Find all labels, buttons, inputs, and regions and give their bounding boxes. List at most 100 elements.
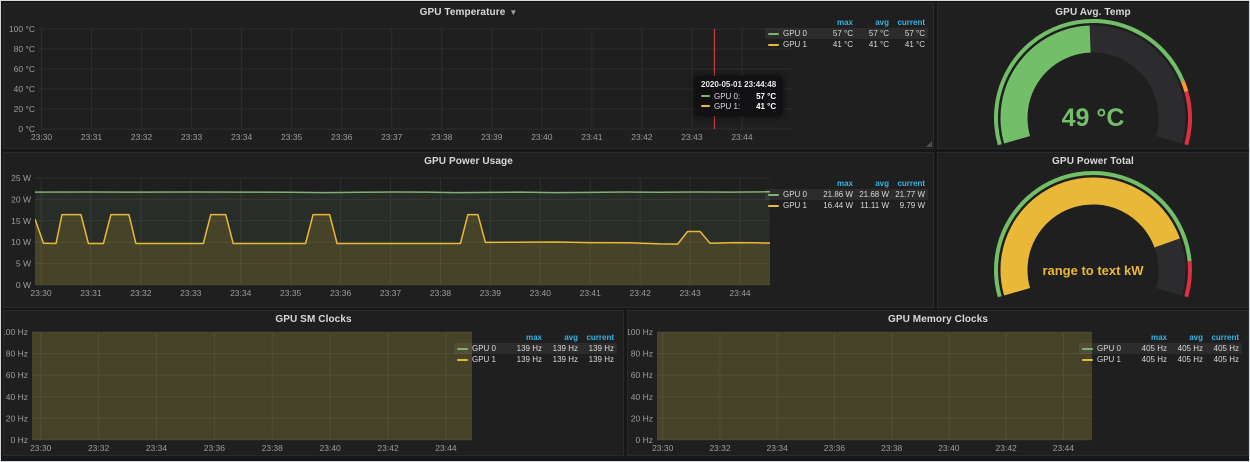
legend-sort-current[interactable]: current bbox=[889, 178, 925, 189]
svg-text:23:41: 23:41 bbox=[580, 288, 602, 298]
legend-stat-current: 139 Hz bbox=[578, 354, 614, 365]
tooltip-series-label: GPU 0: bbox=[714, 92, 740, 101]
svg-text:23:40: 23:40 bbox=[530, 288, 552, 298]
legend-series-name[interactable]: GPU 0 bbox=[1097, 343, 1131, 354]
svg-text:80 °C: 80 °C bbox=[14, 44, 35, 54]
panel-title-text: GPU Temperature bbox=[420, 7, 506, 18]
legend-gpu-power-usage: maxavgcurrentGPU 021.86 W21.68 W21.77 WG… bbox=[765, 178, 928, 211]
svg-text:23:40: 23:40 bbox=[531, 132, 553, 142]
svg-text:23:39: 23:39 bbox=[481, 132, 503, 142]
svg-text:23:36: 23:36 bbox=[330, 288, 352, 298]
svg-text:23:34: 23:34 bbox=[767, 443, 789, 453]
panel-gpu-memory-clocks: GPU Memory Clocks 0 Hz20 Hz40 Hz60 Hz80 … bbox=[627, 310, 1249, 456]
gpu-power-usage-chart[interactable]: 0 W5 W10 W15 W20 W25 W23:3023:3123:3223:… bbox=[4, 153, 933, 307]
legend-stat-max: 57 °C bbox=[817, 28, 853, 39]
legend-series-row: GPU 0405 Hz405 Hz405 Hz bbox=[1079, 343, 1242, 354]
svg-text:60 °C: 60 °C bbox=[14, 64, 35, 74]
svg-text:23:36: 23:36 bbox=[331, 132, 353, 142]
svg-text:60 Hz: 60 Hz bbox=[6, 370, 28, 380]
svg-text:40 Hz: 40 Hz bbox=[6, 392, 28, 402]
svg-text:40 °C: 40 °C bbox=[14, 84, 35, 94]
legend-gpu-sm-clocks: maxavgcurrent GPU 0 139 Hz139 Hz139 Hz GPU … bbox=[454, 332, 617, 365]
legend-series-name[interactable]: GPU 0 bbox=[783, 189, 817, 200]
legend-stat-current: 139 Hz bbox=[578, 343, 614, 354]
series-color-dash bbox=[768, 205, 779, 207]
legend-sort-current[interactable]: current bbox=[1203, 332, 1239, 343]
legend-stat-max: 16.44 W bbox=[817, 200, 853, 211]
legend-sort-max[interactable]: max bbox=[506, 332, 542, 343]
panel-gpu-avg-temp: GPU Avg. Temp 49 °C bbox=[937, 3, 1249, 149]
panel-resize-handle[interactable] bbox=[926, 141, 932, 147]
legend-sort-avg[interactable]: avg bbox=[853, 178, 889, 189]
legend-header-row: maxavgcurrent bbox=[1079, 332, 1242, 343]
legend-sort-current[interactable]: current bbox=[578, 332, 614, 343]
legend-series-row: GPU 116.44 W11.11 W9.79 W bbox=[765, 200, 928, 211]
legend-series-row: GPU 1405 Hz405 Hz405 Hz bbox=[1079, 354, 1242, 365]
svg-text:23:30: 23:30 bbox=[31, 132, 53, 142]
svg-text:23:35: 23:35 bbox=[281, 132, 303, 142]
legend-sort-max[interactable]: max bbox=[1131, 332, 1167, 343]
legend-stat-max: 21.86 W bbox=[817, 189, 853, 200]
legend-stat-current: 41 °C bbox=[889, 39, 925, 50]
svg-text:100 Hz: 100 Hz bbox=[628, 327, 653, 337]
svg-text:23:44: 23:44 bbox=[731, 132, 753, 142]
legend-series-name[interactable]: GPU 1 bbox=[1097, 354, 1131, 365]
svg-text:23:36: 23:36 bbox=[824, 443, 846, 453]
series-color-dash bbox=[768, 33, 779, 35]
legend-stat-avg: 21.68 W bbox=[853, 189, 889, 200]
legend-series-name[interactable]: GPU 1 bbox=[783, 200, 817, 211]
panel-title-text: GPU SM Clocks bbox=[275, 314, 351, 325]
series-color-dash bbox=[768, 194, 779, 196]
svg-text:20 °C: 20 °C bbox=[14, 104, 35, 114]
svg-text:23:33: 23:33 bbox=[180, 288, 202, 298]
legend-stat-avg: 57 °C bbox=[853, 28, 889, 39]
svg-text:23:32: 23:32 bbox=[88, 443, 110, 453]
series-color-dash bbox=[1082, 348, 1093, 350]
svg-text:80 Hz: 80 Hz bbox=[6, 349, 28, 359]
legend-sort-avg[interactable]: avg bbox=[542, 332, 578, 343]
svg-text:23:37: 23:37 bbox=[381, 132, 403, 142]
legend-series-name[interactable]: GPU 0 bbox=[783, 28, 817, 39]
series-color-dash bbox=[1082, 359, 1093, 361]
svg-text:23:40: 23:40 bbox=[320, 443, 342, 453]
svg-text:23:36: 23:36 bbox=[204, 443, 226, 453]
svg-text:20 Hz: 20 Hz bbox=[631, 413, 653, 423]
legend-series-name[interactable]: GPU 1 bbox=[472, 354, 506, 365]
panel-title-gpu-avg-temp[interactable]: GPU Avg. Temp bbox=[938, 4, 1248, 21]
panel-gpu-power-total: GPU Power Total range to text kW bbox=[937, 152, 1249, 308]
legend-stat-avg: 139 Hz bbox=[542, 354, 578, 365]
tooltip-series-row: GPU 1:41 °C bbox=[701, 101, 776, 111]
panel-title-gpu-memory-clocks[interactable]: GPU Memory Clocks bbox=[628, 311, 1248, 328]
panel-title-gpu-power-usage[interactable]: GPU Power Usage bbox=[4, 153, 933, 170]
svg-text:23:30: 23:30 bbox=[30, 288, 52, 298]
legend-series-name[interactable]: GPU 0 bbox=[472, 343, 506, 354]
svg-text:23:35: 23:35 bbox=[280, 288, 302, 298]
legend-stat-avg: 139 Hz bbox=[542, 343, 578, 354]
legend-series-row: GPU 0139 Hz139 Hz139 Hz bbox=[454, 343, 617, 354]
svg-text:60 Hz: 60 Hz bbox=[631, 370, 653, 380]
svg-text:23:40: 23:40 bbox=[938, 443, 960, 453]
panel-gpu-sm-clocks: GPU SM Clocks 0 Hz20 Hz40 Hz60 Hz80 Hz10… bbox=[3, 310, 624, 456]
svg-text:23:30: 23:30 bbox=[652, 443, 674, 453]
panel-title-gpu-power-total[interactable]: GPU Power Total bbox=[938, 153, 1248, 170]
panel-title-gpu-temperature[interactable]: GPU Temperature▼ bbox=[4, 4, 933, 21]
svg-text:40 Hz: 40 Hz bbox=[631, 392, 653, 402]
legend-series-name[interactable]: GPU 1 bbox=[783, 39, 817, 50]
gauge-gpu-power-total bbox=[938, 153, 1248, 307]
legend-stat-max: 41 °C bbox=[817, 39, 853, 50]
panel-title-text: GPU Power Total bbox=[1052, 156, 1134, 167]
legend-stat-avg: 405 Hz bbox=[1167, 343, 1203, 354]
legend-sort-avg[interactable]: avg bbox=[1167, 332, 1203, 343]
panel-title-gpu-sm-clocks[interactable]: GPU SM Clocks bbox=[4, 311, 623, 328]
svg-text:10 W: 10 W bbox=[11, 237, 31, 247]
svg-text:23:32: 23:32 bbox=[131, 132, 153, 142]
tooltip-series-value: 57 °C bbox=[756, 92, 776, 101]
panel-gpu-temperature: GPU Temperature▼ 0 °C20 °C40 °C60 °C80 °… bbox=[3, 3, 934, 149]
svg-text:0 Hz: 0 Hz bbox=[11, 435, 28, 445]
svg-text:23:42: 23:42 bbox=[631, 132, 653, 142]
legend-sort-max[interactable]: max bbox=[817, 178, 853, 189]
legend-stat-current: 405 Hz bbox=[1203, 354, 1239, 365]
legend-stat-current: 21.77 W bbox=[889, 189, 925, 200]
legend-gpu-temperature: maxavgcurrentGPU 057 °C57 °C57 °CGPU 141… bbox=[765, 17, 928, 50]
series-color-dash bbox=[701, 105, 710, 107]
